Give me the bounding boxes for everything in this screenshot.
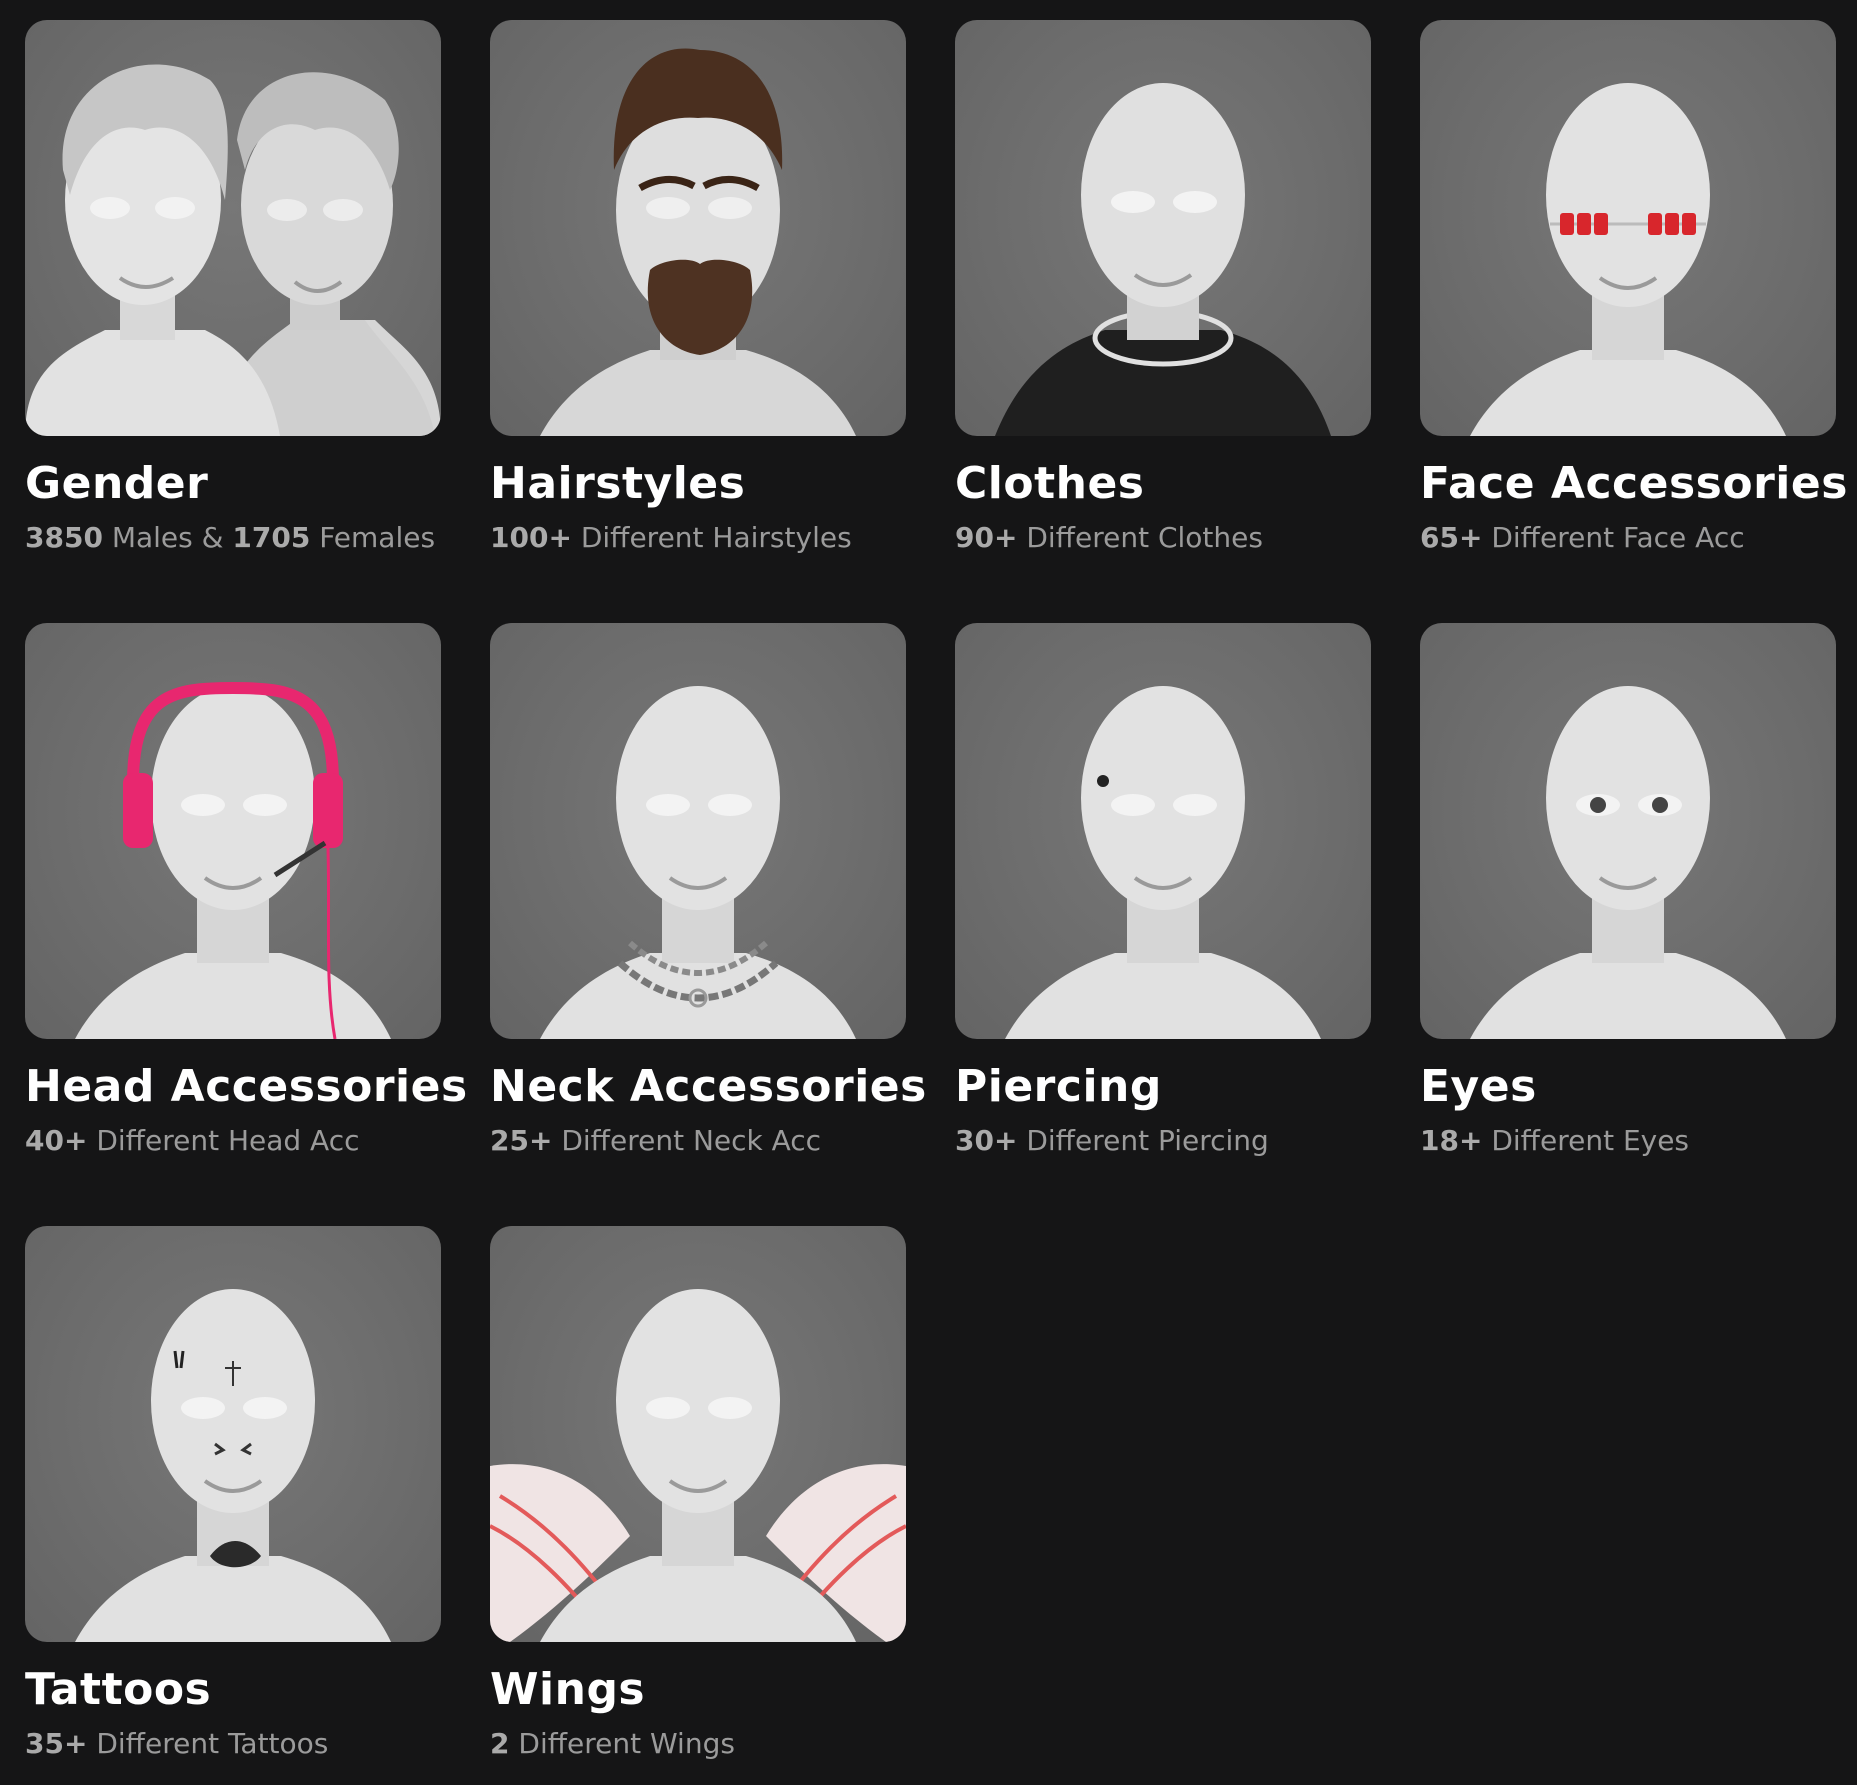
- wings-thumbnail: [490, 1226, 906, 1642]
- trait-subtitle: 90+ Different Clothes: [955, 521, 1263, 554]
- trait-title: Wings: [490, 1664, 646, 1715]
- trait-card-gender[interactable]: Gender 3850 Males & 1705 Females: [25, 20, 441, 555]
- trait-card-eyes[interactable]: Eyes 18+ Different Eyes: [1420, 623, 1836, 1158]
- trait-subtitle: 40+ Different Head Acc: [25, 1124, 360, 1157]
- piercing-thumbnail: [955, 623, 1371, 1039]
- head-accessories-illustration: [75, 681, 391, 1039]
- trait-subtitle: 25+ Different Neck Acc: [490, 1124, 822, 1157]
- trait-subtitle: 100+ Different Hairstyles: [490, 521, 852, 554]
- trait-card-piercing[interactable]: Piercing 30+ Different Piercing: [955, 623, 1371, 1158]
- females-count: 1705: [232, 521, 311, 554]
- trait-title: Head Accessories: [25, 1061, 468, 1112]
- trait-card-face-accessories[interactable]: Face Accessories 65+ Different Face Acc: [1420, 20, 1848, 555]
- trait-card-clothes[interactable]: Clothes 90+ Different Clothes: [955, 20, 1371, 555]
- neck-accessories-thumbnail: [490, 623, 906, 1039]
- face-accessories-illustration: [1470, 83, 1786, 436]
- trait-card-neck-accessories[interactable]: Neck Accessories 25+ Different Neck Acc: [490, 623, 927, 1158]
- gender-illustration: [25, 64, 441, 436]
- piercing-illustration: [1005, 686, 1321, 1039]
- hairstyles-illustration: [540, 48, 856, 436]
- trait-subtitle: 3850 Males & 1705 Females: [25, 521, 436, 554]
- trait-card-hairstyles[interactable]: Hairstyles 100+ Different Hairstyles: [490, 20, 906, 555]
- head-accessories-thumbnail: [25, 623, 441, 1039]
- trait-title: Eyes: [1420, 1061, 1537, 1112]
- trait-title: Face Accessories: [1420, 458, 1848, 509]
- trait-card-head-accessories[interactable]: Head Accessories 40+ Different Head Acc: [25, 623, 468, 1158]
- trait-title: Neck Accessories: [490, 1061, 927, 1112]
- trait-subtitle: 35+ Different Tattoos: [25, 1727, 329, 1760]
- hairstyles-thumbnail: [490, 20, 906, 436]
- trait-title: Clothes: [955, 458, 1145, 509]
- trait-subtitle: 30+ Different Piercing: [955, 1124, 1269, 1157]
- trait-card-tattoos[interactable]: Tattoos 35+ Different Tattoos: [25, 1226, 441, 1761]
- gender-thumbnail: [25, 20, 441, 436]
- trait-subtitle: 65+ Different Face Acc: [1420, 521, 1745, 554]
- face-accessories-thumbnail: [1420, 20, 1836, 436]
- trait-subtitle: 18+ Different Eyes: [1420, 1124, 1690, 1157]
- clothes-thumbnail: [955, 20, 1371, 436]
- trait-title: Hairstyles: [490, 458, 746, 509]
- trait-subtitle: 2 Different Wings: [490, 1727, 735, 1760]
- tattoos-illustration: [75, 1289, 391, 1642]
- clothes-illustration: [995, 83, 1331, 436]
- eyes-thumbnail: [1420, 623, 1836, 1039]
- nft-traits-grid: Gender 3850 Males & 1705 Females Hairsty…: [0, 0, 1857, 1785]
- wings-illustration: [490, 1289, 906, 1642]
- trait-title: Piercing: [955, 1061, 1162, 1112]
- eyes-illustration: [1470, 686, 1786, 1039]
- trait-card-wings[interactable]: Wings 2 Different Wings: [490, 1226, 906, 1761]
- neck-accessories-illustration: [540, 686, 856, 1039]
- tattoos-thumbnail: [25, 1226, 441, 1642]
- males-count: 3850: [25, 521, 103, 554]
- trait-title: Gender: [25, 458, 209, 509]
- trait-title: Tattoos: [25, 1664, 212, 1715]
